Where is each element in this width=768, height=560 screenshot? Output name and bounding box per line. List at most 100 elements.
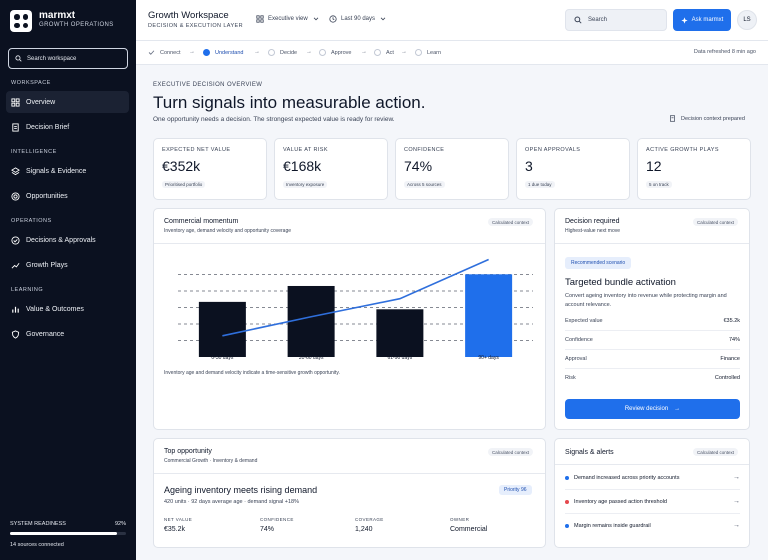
review-decision-label: Review decision (624, 406, 669, 412)
row-value: Controlled (714, 375, 740, 381)
sidebar-item-overview[interactable]: Overview (6, 91, 129, 113)
step-label: Approve (331, 49, 352, 56)
sidebar-search-input[interactable]: Search workspace (8, 48, 128, 69)
alert-status-dot (565, 523, 569, 528)
kpi-card-value-at-risk[interactable]: VALUE AT RISK €168k Inventory exposure (274, 138, 388, 200)
step-approve[interactable]: Approve (319, 49, 352, 56)
arrow-right-icon: → (306, 49, 312, 55)
sidebar-item-signals-evidence[interactable]: Signals & Evidence (6, 160, 129, 182)
kpi-label: EXPECTED NET VALUE (162, 147, 231, 153)
metric-coverage: COVERAGE 1,240 (355, 517, 384, 533)
sidebar-item-decisions-approvals[interactable]: Decisions & Approvals (6, 229, 129, 251)
search-icon (574, 16, 582, 24)
card-title: Commercial momentum (164, 218, 239, 225)
opportunity-details: 420 units · 92 days average age · demand… (164, 499, 299, 505)
kpi-card-open-approvals[interactable]: OPEN APPROVALS 3 1 due today (516, 138, 630, 200)
layers-icon (11, 166, 20, 175)
arrow-right-icon: → (254, 49, 260, 55)
sidebar-item-opportunities[interactable]: Opportunities (6, 185, 129, 207)
calculated-context-badge: Calculated context (488, 218, 534, 226)
alert-label: Demand increased across priority account… (574, 474, 680, 481)
decision-context-label: Decision context prepared (681, 115, 745, 122)
review-decision-button[interactable]: Review decision → (565, 399, 740, 419)
top-opportunity-card[interactable]: Top opportunity Commercial Growth · Inve… (153, 438, 546, 548)
chart-trend-line (222, 258, 489, 337)
chart-category-label: 31-60 days (299, 355, 324, 361)
metric-label: NET VALUE (164, 517, 193, 522)
row-divider (565, 368, 740, 369)
chart-bar-3[interactable] (465, 274, 513, 357)
sidebar-item-value-outcomes[interactable]: Value & Outcomes (6, 298, 129, 320)
step-dot (319, 49, 326, 56)
kpi-value: 3 (525, 158, 533, 174)
sidebar-item-label: Growth Plays (26, 261, 68, 269)
kpi-badge: Inventory exposure (283, 181, 328, 188)
ask-assistant-button[interactable]: Ask marmxt (673, 9, 731, 31)
section-label-intelligence: INTELLIGENCE (11, 149, 57, 155)
arrow-right-icon: → (189, 49, 195, 55)
kpi-card-active-growth-plays[interactable]: ACTIVE GROWTH PLAYS 12 5 on track (637, 138, 751, 200)
step-learn[interactable]: Learn (415, 49, 441, 56)
kpi-badge: Across 5 sources (404, 181, 445, 188)
priority-badge: Priority 96 (499, 485, 532, 495)
alert-label: Inventory age passed action threshold (574, 498, 667, 505)
metric-value: Commercial (450, 526, 488, 533)
kpi-value: €168k (283, 158, 322, 174)
grid-icon (256, 15, 264, 23)
chart-category-label: 0-30 days (211, 355, 233, 361)
calculated-context-badge: Calculated context (693, 218, 739, 226)
decision-row-confidence: Confidence 74% (565, 337, 740, 343)
metric-value: 74% (260, 526, 275, 533)
step-decide[interactable]: Decide (268, 49, 297, 56)
sidebar-item-label: Decision Brief (26, 123, 70, 131)
step-understand[interactable]: Understand (203, 49, 243, 56)
alert-item[interactable]: Demand increased across priority account… (565, 474, 740, 481)
metric-owner: OWNER Commercial (450, 517, 487, 533)
sidebar-item-growth-plays[interactable]: Growth Plays (6, 254, 129, 276)
decision-row-approval: Approval Finance (565, 356, 740, 362)
view-selector-label: Executive view (268, 16, 308, 22)
step-label: Learn (427, 49, 442, 56)
sidebar-item-governance[interactable]: Governance (6, 323, 129, 345)
sidebar: marmxt GROWTH OPERATIONS Search workspac… (0, 0, 136, 560)
user-avatar[interactable]: LS (737, 10, 757, 30)
chart-bar-2[interactable] (376, 309, 424, 357)
brand-logo-icon[interactable] (10, 10, 32, 32)
decision-row-risk: Risk Controlled (565, 375, 740, 381)
target-icon (11, 191, 20, 201)
chart-caption: Inventory age and demand velocity indica… (164, 370, 340, 376)
row-value: Finance (720, 356, 740, 362)
kpi-label: OPEN APPROVALS (525, 147, 581, 153)
header-search-input[interactable]: Search (565, 9, 667, 31)
step-connect[interactable]: Connect (148, 49, 181, 56)
view-selector[interactable]: Executive view (256, 15, 320, 23)
row-divider (565, 489, 740, 490)
row-label: Confidence (565, 337, 593, 343)
arrow-right-icon: → (674, 406, 681, 412)
date-range-selector[interactable]: Last 90 days (329, 15, 387, 23)
card-subtitle: Commercial Growth · Inventory & demand (164, 458, 258, 464)
clock-icon (329, 15, 337, 23)
commercial-momentum-card: Commercial momentum Inventory age, deman… (153, 208, 546, 430)
grid-icon (11, 97, 20, 107)
sidebar-item-decision-brief[interactable]: Decision Brief (6, 116, 129, 138)
chart-bar-0[interactable] (198, 301, 246, 357)
header-search-placeholder: Search (588, 17, 608, 23)
commercial-momentum-chart: 0-30 days 31-60 days 61-90 days 90+ days (178, 258, 533, 361)
alert-item[interactable]: Margin remains inside guardrail → (565, 522, 740, 529)
card-title: Top opportunity (164, 448, 212, 455)
arrow-right-icon: → (733, 474, 740, 481)
step-dot (268, 49, 275, 56)
section-label-workspace: WORKSPACE (11, 80, 51, 86)
kpi-label: CONFIDENCE (404, 147, 445, 153)
kpi-card-confidence[interactable]: CONFIDENCE 74% Across 5 sources (395, 138, 509, 200)
kpi-card-expected-net-value[interactable]: EXPECTED NET VALUE €352k Prioritised por… (153, 138, 267, 200)
system-readiness-label: SYSTEM READINESS (10, 521, 66, 527)
chart-bar-1[interactable] (287, 285, 335, 357)
step-dot (415, 49, 422, 56)
step-label: Understand (215, 49, 244, 56)
row-label: Approval (565, 356, 587, 362)
decision-context-status: Decision context prepared (669, 115, 745, 122)
step-act[interactable]: Act (374, 49, 394, 56)
alert-item[interactable]: Inventory age passed action threshold → (565, 498, 740, 505)
